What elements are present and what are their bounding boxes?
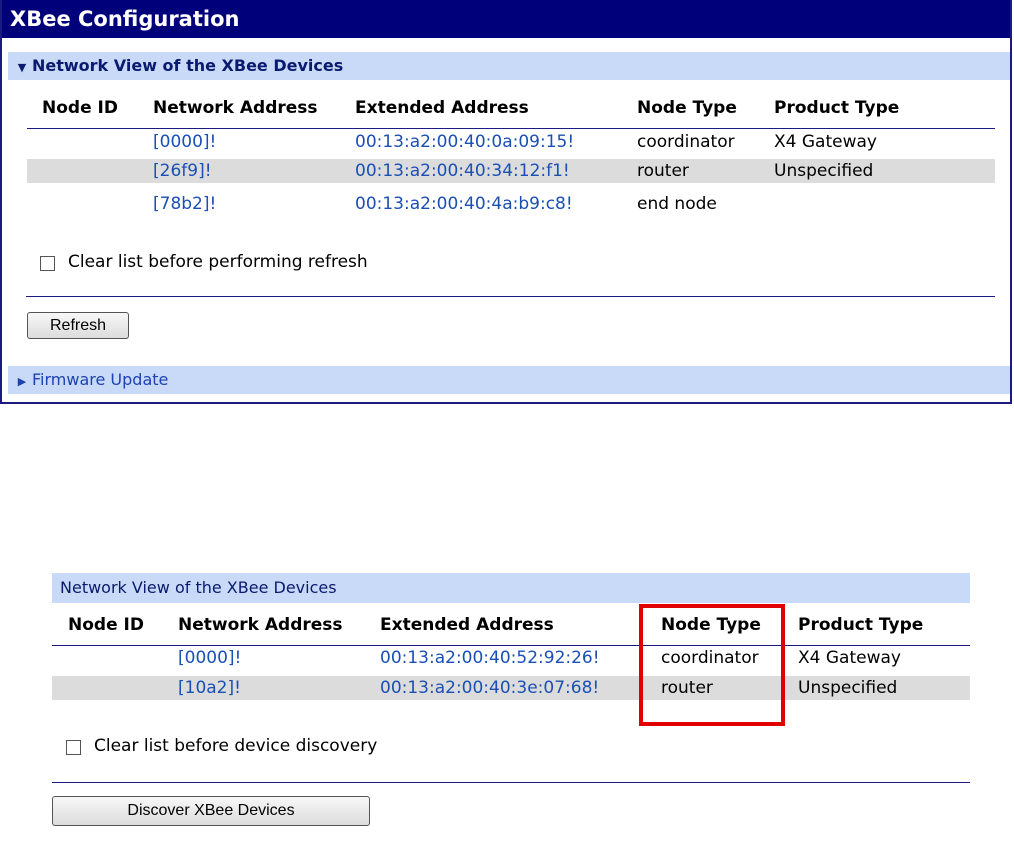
table-header: Node ID Network Address Extended Address… [27,98,995,129]
collapsed-triangle-icon: ▶ [17,375,27,388]
col-node-id: Node ID [42,98,118,118]
network-address-link[interactable]: [0000]! [153,130,216,154]
node-type: coordinator [637,132,735,152]
network-address-link[interactable]: [0000]! [178,646,241,670]
extended-address-link[interactable]: 00:13:a2:00:40:52:92:26! [380,646,600,670]
node-type: router [637,161,689,181]
divider [26,296,995,297]
discover-xbee-devices-button[interactable]: Discover XBee Devices [52,796,370,826]
node-type-highlight-box [639,604,785,726]
section-title: Network View of the XBee Devices [32,56,344,75]
network-address-link[interactable]: [10a2]! [178,676,241,700]
expanded-triangle-icon: ▼ [17,61,27,74]
divider [52,782,970,783]
product-type: Unspecified [774,161,874,181]
table-row: [10a2]! 00:13:a2:00:40:3e:07:68! router … [52,676,970,700]
col-extended-address: Extended Address [355,98,529,118]
clear-list-label: Clear list before performing refresh [68,252,368,272]
product-type: X4 Gateway [798,648,901,668]
table-row: [0000]! 00:13:a2:00:40:52:92:26! coordin… [52,646,970,670]
col-node-type: Node Type [637,98,737,118]
table-row: [26f9]! 00:13:a2:00:40:34:12:f1! router … [27,159,995,183]
col-product-type: Product Type [774,98,900,118]
clear-list-label: Clear list before device discovery [94,736,378,756]
extended-address-link[interactable]: 00:13:a2:00:40:4a:b9:c8! [355,192,573,216]
table-row: [0000]! 00:13:a2:00:40:0a:09:15! coordin… [27,130,995,154]
product-type: Unspecified [798,678,898,698]
network-view-section-header[interactable]: ▼ Network View of the XBee Devices [8,52,1010,80]
extended-address-link[interactable]: 00:13:a2:00:40:3e:07:68! [380,676,599,700]
table-row: [78b2]! 00:13:a2:00:40:4a:b9:c8! end nod… [27,192,995,216]
firmware-update-section-header[interactable]: ▶ Firmware Update [8,366,1010,394]
section-title: Firmware Update [32,370,169,389]
col-extended-address: Extended Address [380,615,554,635]
network-address-link[interactable]: [78b2]! [153,192,216,216]
network-view-section-header[interactable]: Network View of the XBee Devices [52,573,970,603]
extended-address-link[interactable]: 00:13:a2:00:40:0a:09:15! [355,130,574,154]
refresh-button[interactable]: Refresh [27,312,129,339]
product-type: X4 Gateway [774,132,877,152]
col-network-address: Network Address [153,98,318,118]
clear-list-checkbox[interactable] [66,740,81,755]
panel-title: XBee Configuration [2,0,1010,38]
xbee-config-panel: XBee Configuration ▼ Network View of the … [0,0,1012,404]
col-product-type: Product Type [798,615,924,635]
clear-list-checkbox[interactable] [40,256,55,271]
extended-address-link[interactable]: 00:13:a2:00:40:34:12:f1! [355,159,570,183]
table-header: Node ID Network Address Extended Address… [52,615,970,646]
network-address-link[interactable]: [26f9]! [153,159,212,183]
col-network-address: Network Address [178,615,343,635]
node-type: end node [637,194,717,214]
col-node-id: Node ID [68,615,144,635]
